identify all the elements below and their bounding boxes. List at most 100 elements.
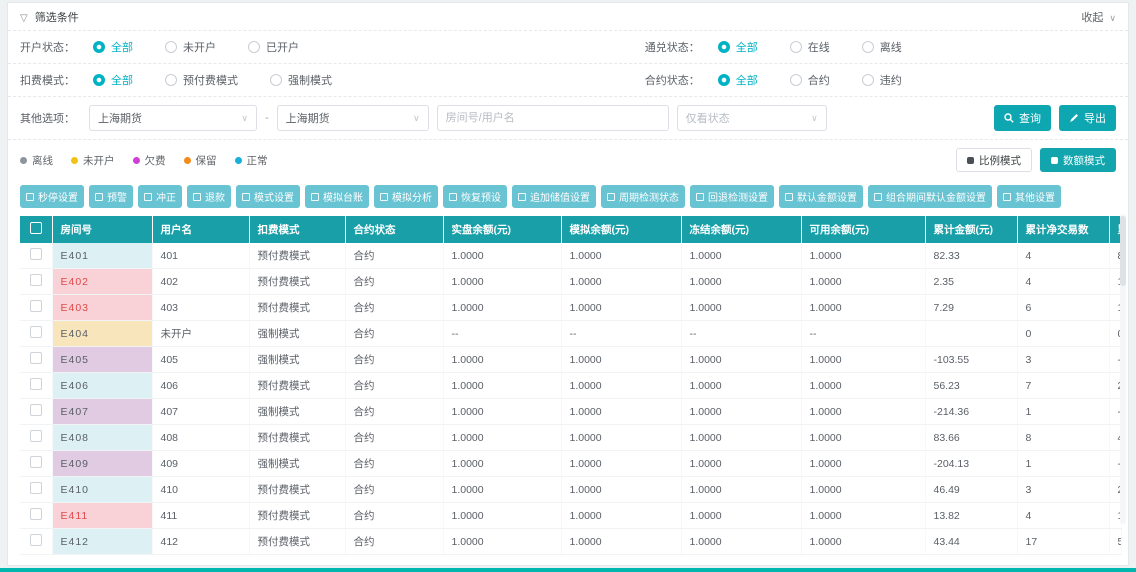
contract-status-cell: 合约	[345, 269, 443, 295]
table-row: E401401预付费模式合约1.00001.00001.00001.000082…	[20, 243, 1122, 269]
net-trade-count-cell: 4	[1017, 503, 1109, 529]
radio-option[interactable]: 未开户	[165, 39, 216, 55]
balance-4-cell: 1.0000	[801, 425, 925, 451]
radio-option[interactable]: 合约	[790, 72, 830, 88]
view-mode-button[interactable]: 比例模式	[956, 148, 1032, 172]
toolbar-button-label: 恢复预设	[461, 189, 501, 204]
view-mode-button[interactable]: 数额模式	[1040, 148, 1116, 172]
search-icon	[1004, 113, 1014, 123]
toolbar-button[interactable]: 回退检测设置	[690, 185, 774, 208]
select-all-checkbox[interactable]	[30, 222, 42, 234]
fee-mode-cell: 预付费模式	[249, 503, 345, 529]
row-checkbox[interactable]	[30, 456, 42, 468]
net-trade-count-cell: 3	[1017, 347, 1109, 373]
fee-mode-cell: 预付费模式	[249, 529, 345, 555]
column-header: 扣费模式	[249, 216, 345, 243]
fee-mode-cell: 强制模式	[249, 347, 345, 373]
radio-option-label: 全部	[736, 39, 758, 55]
row-checkbox-cell	[20, 243, 52, 269]
toolbar-button[interactable]: 冲正	[138, 185, 182, 208]
table-row: E402402预付费模式合约1.00001.00001.00001.00002.…	[20, 269, 1122, 295]
net-trade-count-cell: 4	[1017, 269, 1109, 295]
toolbar-button[interactable]: 模式设置	[236, 185, 300, 208]
fee-mode-cell: 预付费模式	[249, 295, 345, 321]
toolbar-button-label: 预警	[107, 189, 127, 204]
row-checkbox[interactable]	[30, 508, 42, 520]
radio-option[interactable]: 全部	[718, 39, 758, 55]
radio-group-exchange-status: 通兑状态：全部在线离线	[645, 39, 1116, 55]
contract-status-cell: 合约	[345, 295, 443, 321]
username-cell: 410	[152, 477, 249, 503]
query-button[interactable]: 查询	[994, 105, 1051, 131]
legend-row: 离线未开户欠费保留正常 比例模式数额模式	[8, 140, 1128, 180]
toolbar-button[interactable]: 预警	[89, 185, 133, 208]
account-cell: E404	[52, 321, 152, 347]
row-checkbox[interactable]	[30, 534, 42, 546]
radio-option-label: 合约	[808, 72, 830, 88]
balance-4-cell: 1.0000	[801, 477, 925, 503]
legend-item: 欠费	[133, 153, 166, 168]
app-window: ▽ 筛选条件 收起 ∨ 开户状态：全部未开户已开户 通兑状态：全部在线离线 扣费…	[0, 0, 1136, 572]
radio-option[interactable]: 违约	[862, 72, 902, 88]
radio-option[interactable]: 全部	[718, 72, 758, 88]
export-button[interactable]: 导出	[1059, 105, 1116, 131]
toolbar-button[interactable]: 默认金额设置	[779, 185, 863, 208]
total-amount-cell: 83.66	[925, 425, 1017, 451]
radio-option[interactable]: 在线	[790, 39, 830, 55]
radio-option-label: 已开户	[266, 39, 299, 55]
vertical-scrollbar[interactable]	[1120, 214, 1126, 524]
radio-option[interactable]: 已开户	[248, 39, 299, 55]
toolbar-button-label: 秒停设置	[38, 189, 78, 204]
row-checkbox[interactable]	[30, 352, 42, 364]
status-select[interactable]: 仅看状态 ∨	[677, 105, 827, 131]
toolbar-button[interactable]: 模拟分析	[374, 185, 438, 208]
toolbar-button[interactable]: 模拟台账	[305, 185, 369, 208]
balance-2-cell: 1.0000	[561, 373, 681, 399]
header-checkbox-cell	[20, 216, 52, 243]
radio-option[interactable]: 全部	[93, 39, 133, 55]
balance-3-cell: 1.0000	[681, 477, 801, 503]
row-checkbox[interactable]	[30, 300, 42, 312]
toolbar-button[interactable]: 秒停设置	[20, 185, 84, 208]
toolbar-button[interactable]: 其他设置	[997, 185, 1061, 208]
exchange-select-2[interactable]: 上海期货 ∨	[277, 105, 429, 131]
toolbar-button-label: 组合期间默认金额设置	[886, 189, 986, 204]
row-checkbox[interactable]	[30, 274, 42, 286]
toolbar-button[interactable]: 退款	[187, 185, 231, 208]
toolbar-button[interactable]: 恢复预设	[443, 185, 507, 208]
account-cell: E412	[52, 529, 152, 555]
row-checkbox-cell	[20, 529, 52, 555]
balance-1-cell: 1.0000	[443, 477, 561, 503]
username-cell: 409	[152, 451, 249, 477]
filter-header: ▽ 筛选条件 收起 ∨	[8, 3, 1128, 30]
toolbar-button[interactable]: 周期检测状态	[601, 185, 685, 208]
net-trade-amount-cell: 511.17	[1109, 529, 1122, 555]
row-checkbox[interactable]	[30, 404, 42, 416]
row-checkbox[interactable]	[30, 248, 42, 260]
row-checkbox[interactable]	[30, 378, 42, 390]
row-checkbox[interactable]	[30, 326, 42, 338]
toolbar-button-icon	[193, 193, 201, 201]
scrollbar-thumb[interactable]	[1120, 216, 1126, 286]
filter-label: 开户状态：	[20, 39, 75, 55]
toolbar-button[interactable]: 组合期间默认金额设置	[868, 185, 992, 208]
balance-2-cell: 1.0000	[561, 399, 681, 425]
row-checkbox[interactable]	[30, 482, 42, 494]
contract-status-cell: 合约	[345, 321, 443, 347]
balance-1-cell: 1.0000	[443, 529, 561, 555]
balance-1-cell: 1.0000	[443, 347, 561, 373]
toolbar-button-icon	[311, 193, 319, 201]
radio-option[interactable]: 强制模式	[270, 72, 332, 88]
search-input[interactable]	[437, 105, 669, 131]
mode-icon	[967, 157, 974, 164]
row-checkbox[interactable]	[30, 430, 42, 442]
radio-option[interactable]: 全部	[93, 72, 133, 88]
radio-option[interactable]: 离线	[862, 39, 902, 55]
toolbar-button-label: 模拟台账	[323, 189, 363, 204]
toolbar-button[interactable]: 追加储值设置	[512, 185, 596, 208]
fee-mode-cell: 预付费模式	[249, 269, 345, 295]
exchange-select-1[interactable]: 上海期货 ∨	[89, 105, 257, 131]
balance-2-cell: 1.0000	[561, 243, 681, 269]
collapse-button[interactable]: 收起 ∨	[1081, 9, 1116, 25]
radio-option[interactable]: 预付费模式	[165, 72, 238, 88]
